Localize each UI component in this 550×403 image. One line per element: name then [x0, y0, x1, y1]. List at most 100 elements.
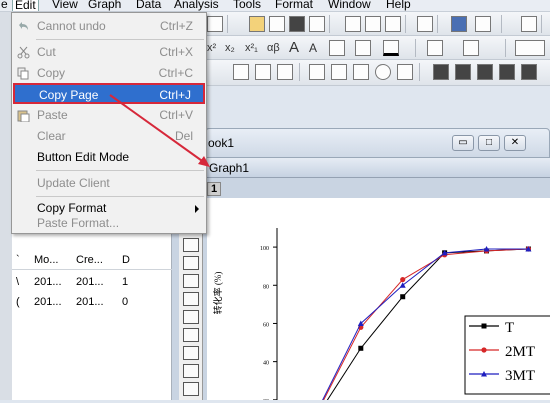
layout-icon[interactable] [475, 16, 491, 32]
menu-format[interactable]: Format [275, 0, 313, 10]
supersubscript-button[interactable]: x²₁ [245, 39, 258, 57]
menu-item-shortcut: Del [174, 129, 193, 143]
pen-icon[interactable] [433, 64, 449, 80]
menu-item-shortcut: Ctrl+X [159, 45, 193, 59]
menu-data[interactable]: Data [136, 0, 161, 10]
legend-label: 2MT [505, 344, 535, 360]
marker-icon[interactable] [499, 64, 515, 80]
column-modified[interactable]: Mo... [34, 254, 58, 266]
y-axis-label: 转化率 (%) [212, 272, 223, 315]
menu-edit[interactable]: Edit [12, 0, 39, 11]
layer-tab[interactable]: 1 [207, 182, 221, 196]
menu-analysis[interactable]: Analysis [174, 0, 219, 10]
menu-item-copy-page[interactable]: Copy Page Ctrl+J [13, 83, 205, 104]
tool-button[interactable] [183, 310, 199, 324]
menu-bar: e Edit View Graph Data Analysis Tools Fo… [0, 0, 550, 12]
menu-item-button-edit-mode[interactable]: Button Edit Mode [13, 147, 205, 168]
cell-created: 201... [76, 296, 104, 308]
copy-icon [17, 67, 29, 80]
greek-button[interactable]: αβ [267, 39, 280, 57]
brush-icon[interactable] [477, 64, 493, 80]
standard-toolbar [205, 12, 550, 36]
add-layer-icon[interactable] [353, 64, 369, 80]
superscript-button[interactable]: x² [207, 39, 216, 57]
grid-icon[interactable] [309, 64, 325, 80]
graph-toolbar [205, 60, 550, 86]
print-icon[interactable] [417, 16, 433, 32]
menu-help[interactable]: Help [386, 0, 411, 10]
y-tick-label: 40 [263, 361, 269, 367]
menu-item-label: Cut [37, 45, 56, 59]
eraser-icon[interactable] [521, 64, 537, 80]
line-color-icon[interactable] [463, 40, 479, 56]
font-color-icon[interactable] [383, 40, 399, 56]
cell-created: 201... [76, 276, 104, 288]
menu-graph[interactable]: Graph [88, 0, 121, 10]
subscript-button[interactable]: x₂ [225, 39, 235, 57]
frame-icon[interactable] [233, 64, 249, 80]
menu-tools[interactable]: Tools [233, 0, 261, 10]
book1-title: ook1 [208, 136, 235, 150]
maximize-button[interactable]: □ [478, 135, 500, 151]
menu-item-label: Copy Page [39, 88, 99, 102]
minimize-button[interactable]: ▭ [452, 135, 474, 151]
refresh-icon[interactable] [451, 16, 467, 32]
menu-item-cut[interactable]: Cut Ctrl+X [13, 42, 205, 63]
legend-label: 3MT [505, 368, 535, 384]
save-template-icon[interactable] [309, 16, 325, 32]
toolbar-icon[interactable] [207, 16, 223, 32]
legend-marker [481, 323, 487, 329]
menu-item-paste-format[interactable]: Paste Format... [13, 213, 205, 234]
import-multiple-icon[interactable] [365, 16, 381, 32]
legend-marker [481, 347, 487, 353]
tree-icon[interactable] [521, 16, 537, 32]
menu-item-undo[interactable]: Cannot undo Ctrl+Z [13, 16, 205, 37]
table-icon[interactable] [397, 64, 413, 80]
menu-item-update-client[interactable]: Update Client [13, 173, 205, 194]
tool-button[interactable] [183, 364, 199, 378]
layer-icon[interactable] [331, 64, 347, 80]
axes-l-icon[interactable] [255, 64, 271, 80]
tool-button[interactable] [183, 274, 199, 288]
menu-item-paste[interactable]: Paste Ctrl+V [13, 105, 205, 126]
import-wizard-icon[interactable] [385, 16, 401, 32]
decrease-font-button[interactable]: A [309, 39, 317, 57]
tool-button[interactable] [183, 292, 199, 306]
row-marker: \ [16, 276, 20, 288]
close-button[interactable]: ✕ [504, 135, 526, 151]
menu-window[interactable]: Window [328, 0, 371, 10]
tool-button[interactable] [183, 256, 199, 270]
tool-button[interactable] [183, 382, 199, 396]
save-icon[interactable] [289, 16, 305, 32]
menu-view[interactable]: View [52, 0, 78, 10]
menu-item-clear[interactable]: Clear Del [13, 126, 205, 147]
menu-item-shortcut: Ctrl+V [159, 108, 193, 122]
menu-item-shortcut: Ctrl+J [159, 88, 191, 102]
paint-icon[interactable] [455, 64, 471, 80]
open-template-icon[interactable] [269, 16, 285, 32]
menu-file[interactable]: e [1, 0, 8, 10]
import-icon[interactable] [345, 16, 361, 32]
graph-page[interactable]: 20406080100转化率 (%)T2MT3MT [207, 198, 550, 403]
menu-item-copy[interactable]: Copy Ctrl+C [13, 63, 205, 84]
y-tick-label: 60 [263, 322, 269, 328]
graph-title: Graph1 [209, 161, 250, 175]
border-icon[interactable] [355, 40, 371, 56]
tool-button[interactable] [183, 238, 199, 252]
increase-font-button[interactable]: A [289, 39, 299, 57]
tool-button[interactable] [183, 346, 199, 360]
scissors-icon [17, 46, 30, 59]
data-point [400, 294, 406, 300]
column-created[interactable]: Cre... [76, 254, 103, 266]
clock-icon[interactable] [375, 64, 391, 80]
graph-window: Graph1 1 20406080100转化率 (%)T2MT3MT [170, 158, 550, 403]
axes-bl-icon[interactable] [277, 64, 293, 80]
menu-item-label: Copy [37, 66, 66, 80]
menu-item-label: Button Edit Mode [37, 150, 130, 164]
tool-button[interactable] [183, 328, 199, 342]
align-icon[interactable] [329, 40, 345, 56]
column-d[interactable]: D [122, 254, 130, 266]
open-folder-icon[interactable] [249, 16, 265, 32]
fill-color-icon[interactable] [427, 40, 443, 56]
line-style-icon[interactable] [515, 40, 545, 56]
